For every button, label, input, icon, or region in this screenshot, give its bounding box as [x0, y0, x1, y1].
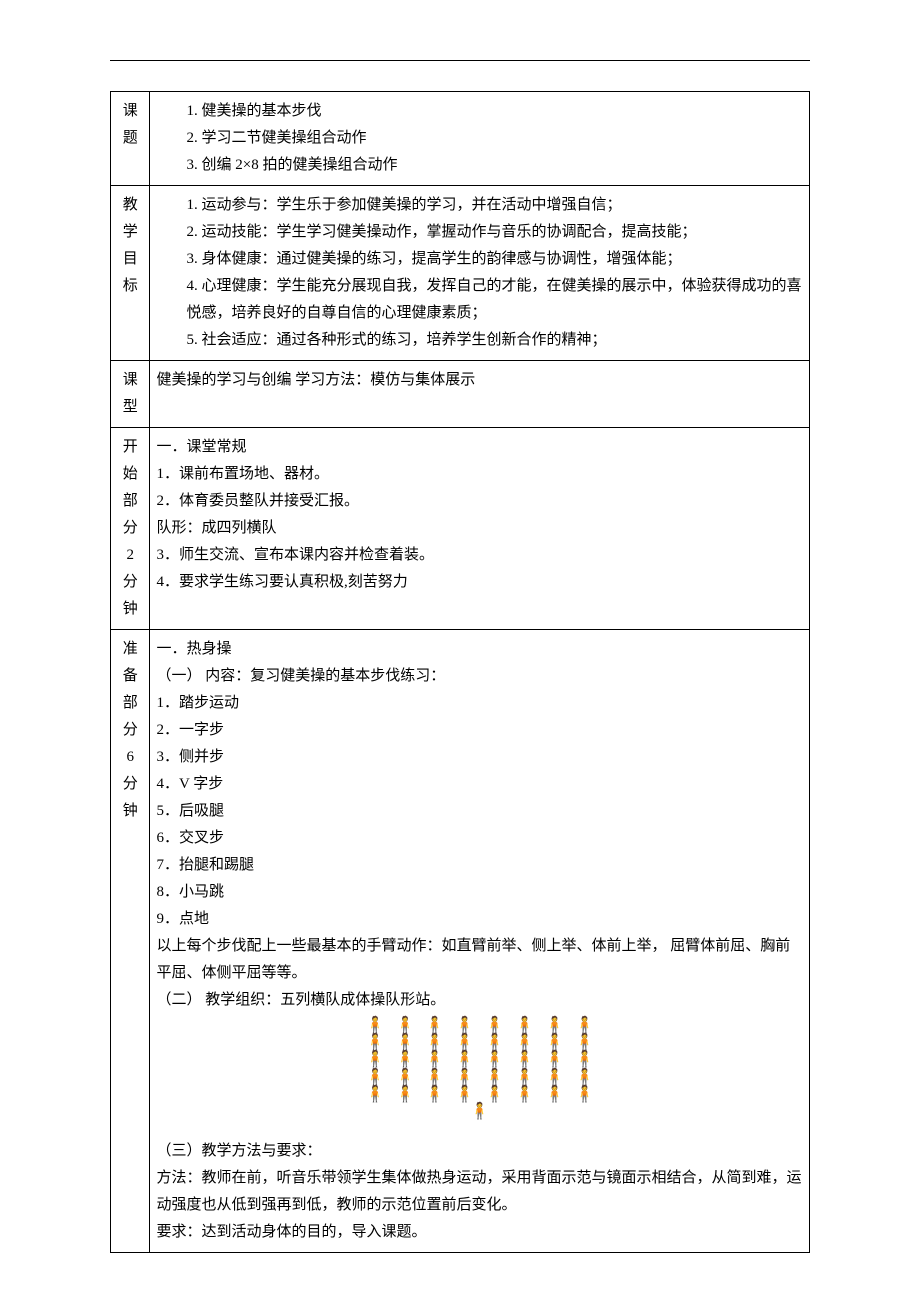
objective-item: 1. 运动参与：学生乐于参加健美操的学习，并在活动中增强自信； [186, 192, 803, 219]
label-prep: 准 备 部 分 6 分 钟 [111, 630, 150, 1253]
topic-item: 1. 健美操的基本步伐 [186, 98, 803, 125]
lesson-type-text: 健美操的学习与创编 学习方法：模仿与集体展示 [156, 372, 475, 388]
prep-heading: 一．热身操 [156, 636, 803, 663]
lesson-plan-table: 课 题 1. 健美操的基本步伐 2. 学习二节健美操组合动作 3. 创编 2×8… [110, 91, 810, 1253]
objective-item: 3. 身体健康：通过健美操的练习，提高学生的韵律感与协调性，增强体能； [186, 246, 803, 273]
prep-sec2-title: （二） 教学组织：五列横队成体操队形站。 [156, 987, 803, 1014]
prep-sec3-title: （三）教学方法与要求： [156, 1138, 803, 1165]
row-topic: 课 题 1. 健美操的基本步伐 2. 学习二节健美操组合动作 3. 创编 2×8… [111, 92, 810, 186]
top-rule [110, 60, 810, 61]
row-start: 开 始 部 分 2 分 钟 一．课堂常规 1．课前布置场地、器材。 2．体育委员… [111, 428, 810, 630]
prep-step: 9．点地 [156, 906, 803, 933]
objective-item: 4. 心理健康：学生能充分展现自我，发挥自己的才能，在健美操的展示中，体验获得成… [186, 273, 803, 327]
prep-step: 5．后吸腿 [156, 798, 803, 825]
topic-item: 3. 创编 2×8 拍的健美操组合动作 [186, 152, 803, 179]
start-line: 4．要求学生练习要认真积极,刻苦努力 [156, 569, 803, 596]
content-prep: 一．热身操 （一） 内容：复习健美操的基本步伐练习： 1．踏步运动 2．一字步 … [150, 630, 810, 1253]
label-start: 开 始 部 分 2 分 钟 [111, 428, 150, 630]
objective-item: 5. 社会适应：通过各种形式的练习，培养学生创新合作的精神； [186, 327, 803, 354]
person-icon: 🧍 [470, 1102, 490, 1121]
person-icon: 🧍 [515, 1085, 535, 1104]
person-icon: 🧍 [575, 1085, 595, 1104]
start-line: 队形：成四列横队 [156, 515, 803, 542]
content-objectives: 1. 运动参与：学生乐于参加健美操的学习，并在活动中增强自信； 2. 运动技能：… [150, 186, 810, 361]
prep-step: 3．侧并步 [156, 744, 803, 771]
prep-requirement: 要求：达到活动身体的目的，导入课题。 [156, 1219, 803, 1246]
formation-teacher-row: 🧍 [365, 1102, 594, 1121]
start-heading: 一．课堂常规 [156, 434, 803, 461]
row-objectives: 教 学 目 标 1. 运动参与：学生乐于参加健美操的学习，并在活动中增强自信； … [111, 186, 810, 361]
label-topic: 课 题 [111, 92, 150, 186]
start-line: 2．体育委员整队并接受汇报。 [156, 488, 803, 515]
objective-item: 2. 运动技能：学生学习健美操动作，掌握动作与音乐的协调配合，提高技能； [186, 219, 803, 246]
person-icon: 🧍 [365, 1085, 385, 1104]
content-start: 一．课堂常规 1．课前布置场地、器材。 2．体育委员整队并接受汇报。 队形：成四… [150, 428, 810, 630]
content-lesson-type: 健美操的学习与创编 学习方法：模仿与集体展示 [150, 361, 810, 428]
page: 课 题 1. 健美操的基本步伐 2. 学习二节健美操组合动作 3. 创编 2×8… [0, 0, 920, 1293]
prep-step: 7．抬腿和踢腿 [156, 852, 803, 879]
prep-step: 4．V 字步 [156, 771, 803, 798]
formation-diagram: 🧍 🧍 🧍 🧍 🧍 🧍 🧍 🧍 🧍 🧍 🧍 [156, 1018, 803, 1126]
prep-step: 1．踏步运动 [156, 690, 803, 717]
prep-steps-note: 以上每个步伐配上一些最基本的手臂动作：如直臂前举、侧上举、体前上举， 屈臂体前屈… [156, 933, 803, 987]
prep-method: 方法：教师在前，听音乐带领学生集体做热身运动，采用背面示范与镜面示相结合，从简到… [156, 1165, 803, 1219]
start-line: 3．师生交流、宣布本课内容并检查着装。 [156, 542, 803, 569]
person-icon: 🧍 [395, 1085, 415, 1104]
person-icon: 🧍 [545, 1085, 565, 1104]
person-icon: 🧍 [425, 1085, 445, 1104]
label-objectives: 教 学 目 标 [111, 186, 150, 361]
row-prep: 准 备 部 分 6 分 钟 一．热身操 （一） 内容：复习健美操的基本步伐练习：… [111, 630, 810, 1253]
content-topic: 1. 健美操的基本步伐 2. 学习二节健美操组合动作 3. 创编 2×8 拍的健… [150, 92, 810, 186]
prep-step: 2．一字步 [156, 717, 803, 744]
prep-step: 8．小马跳 [156, 879, 803, 906]
start-line: 1．课前布置场地、器材。 [156, 461, 803, 488]
prep-sec1-title: （一） 内容：复习健美操的基本步伐练习： [156, 663, 803, 690]
spacer [156, 1130, 803, 1138]
prep-step: 6．交叉步 [156, 825, 803, 852]
topic-item: 2. 学习二节健美操组合动作 [186, 125, 803, 152]
label-lesson-type: 课 型 [111, 361, 150, 428]
row-lesson-type: 课 型 健美操的学习与创编 学习方法：模仿与集体展示 [111, 361, 810, 428]
